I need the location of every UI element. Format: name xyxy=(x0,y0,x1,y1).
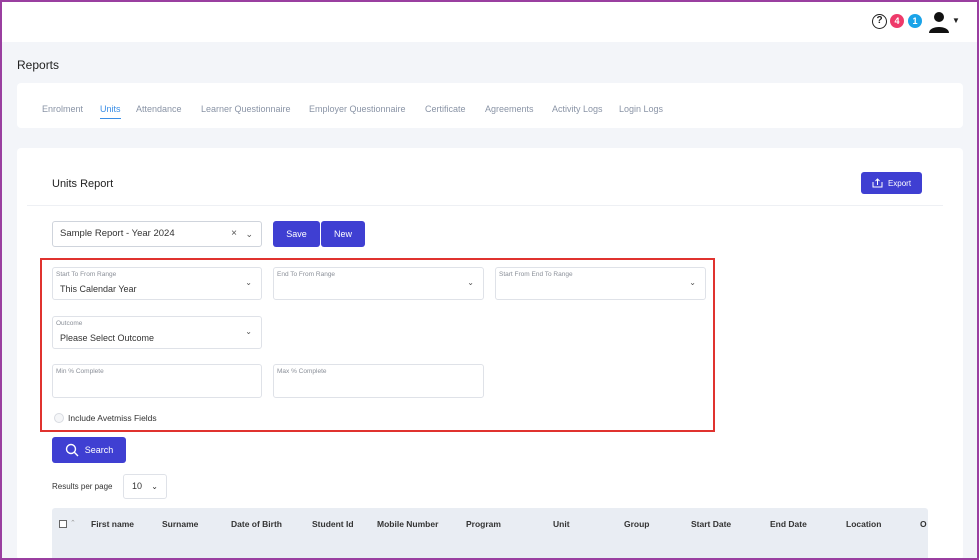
chevron-down-icon: ⌄ xyxy=(245,229,253,239)
chevron-down-icon: ⌄ xyxy=(151,482,158,491)
chevron-down-icon: ⌄ xyxy=(467,278,474,287)
table-header: ⌃ First name Surname Date of Birth Stude… xyxy=(52,508,928,560)
chevron-down-icon: ⌄ xyxy=(245,327,252,336)
column-header[interactable]: Date of Birth xyxy=(231,519,282,529)
column-header[interactable]: Location xyxy=(846,519,881,529)
tab-attendance[interactable]: Attendance xyxy=(136,104,182,114)
tab-certificate[interactable]: Certificate xyxy=(425,104,466,114)
min-complete-input[interactable]: Min % Complete xyxy=(52,364,262,398)
end-to-from-range-select[interactable]: End To From Range ⌄ xyxy=(273,267,484,300)
field-label: End To From Range xyxy=(277,271,336,278)
column-header[interactable]: Mobile Number xyxy=(377,519,438,529)
include-avetmiss-label: Include Avetmiss Fields xyxy=(68,413,157,423)
divider xyxy=(27,205,943,206)
include-avetmiss-checkbox[interactable] xyxy=(54,413,64,423)
export-button[interactable]: Export xyxy=(861,172,922,194)
saved-report-select[interactable]: Sample Report - Year 2024 × ⌄ xyxy=(52,221,262,247)
tab-enrolment[interactable]: Enrolment xyxy=(42,104,83,114)
field-label: Min % Complete xyxy=(56,368,104,375)
tab-units[interactable]: Units xyxy=(100,104,121,114)
tab-login-logs[interactable]: Login Logs xyxy=(619,104,663,114)
select-all-checkbox[interactable] xyxy=(59,520,67,528)
new-button[interactable]: New xyxy=(321,221,365,247)
field-label: Start From End To Range xyxy=(499,271,573,278)
column-header[interactable]: Unit xyxy=(553,519,570,529)
column-header[interactable]: First name xyxy=(91,519,134,529)
export-icon xyxy=(872,178,883,188)
field-label: Outcome xyxy=(56,320,83,327)
chevron-down-icon[interactable]: ▼ xyxy=(952,16,960,25)
column-header[interactable]: Surname xyxy=(162,519,198,529)
start-from-end-to-range-select[interactable]: Start From End To Range ⌄ xyxy=(495,267,706,300)
column-header[interactable]: Student Id xyxy=(312,519,354,529)
tab-learner-questionnaire[interactable]: Learner Questionnaire xyxy=(201,104,291,114)
max-complete-input[interactable]: Max % Complete xyxy=(273,364,484,398)
search-label: Search xyxy=(84,445,114,455)
chevron-down-icon: ⌄ xyxy=(245,278,252,287)
save-button[interactable]: Save xyxy=(273,221,320,247)
start-to-from-range-select[interactable]: Start To From Range This Calendar Year ⌄ xyxy=(52,267,262,300)
active-tab-indicator xyxy=(100,118,121,119)
column-header[interactable]: End Date xyxy=(770,519,807,529)
page-title: Reports xyxy=(17,58,60,72)
field-label: Max % Complete xyxy=(277,368,327,375)
results-per-page-value: 10 xyxy=(132,481,143,491)
field-value: This Calendar Year xyxy=(60,284,137,294)
user-icon[interactable] xyxy=(928,11,950,33)
column-header[interactable]: Group xyxy=(624,519,650,529)
notification-badge-blue[interactable]: 1 xyxy=(908,14,922,28)
chevron-down-icon: ⌄ xyxy=(689,278,696,287)
outcome-select[interactable]: Outcome Please Select Outcome ⌄ xyxy=(52,316,262,349)
help-circle-icon[interactable]: ? xyxy=(872,14,887,29)
sort-icon[interactable]: ⌃ xyxy=(70,519,76,527)
column-header[interactable]: O xyxy=(920,519,927,529)
units-report-card: Units Report Export Sample Report - Year… xyxy=(17,148,963,560)
saved-report-value: Sample Report - Year 2024 xyxy=(60,228,175,239)
tab-activity-logs[interactable]: Activity Logs xyxy=(552,104,603,114)
tab-employer-questionnaire[interactable]: Employer Questionnaire xyxy=(309,104,406,114)
results-per-page-label: Results per page xyxy=(52,482,113,491)
column-header[interactable]: Start Date xyxy=(691,519,731,529)
search-icon xyxy=(65,443,79,457)
report-tabs: Enrolment Units Attendance Learner Quest… xyxy=(17,83,963,128)
tab-agreements[interactable]: Agreements xyxy=(485,104,534,114)
search-button[interactable]: Search xyxy=(52,437,126,463)
clear-icon[interactable]: × xyxy=(231,222,237,246)
notification-badge-red[interactable]: 4 xyxy=(890,14,904,28)
field-label: Start To From Range xyxy=(56,271,117,278)
top-bar: ? 4 1 ▼ xyxy=(2,2,977,42)
results-per-page-select[interactable]: 10 ⌄ xyxy=(123,474,167,499)
column-header[interactable]: Program xyxy=(466,519,501,529)
export-label: Export xyxy=(887,178,912,188)
card-title: Units Report xyxy=(52,178,114,190)
field-value: Please Select Outcome xyxy=(60,333,155,343)
